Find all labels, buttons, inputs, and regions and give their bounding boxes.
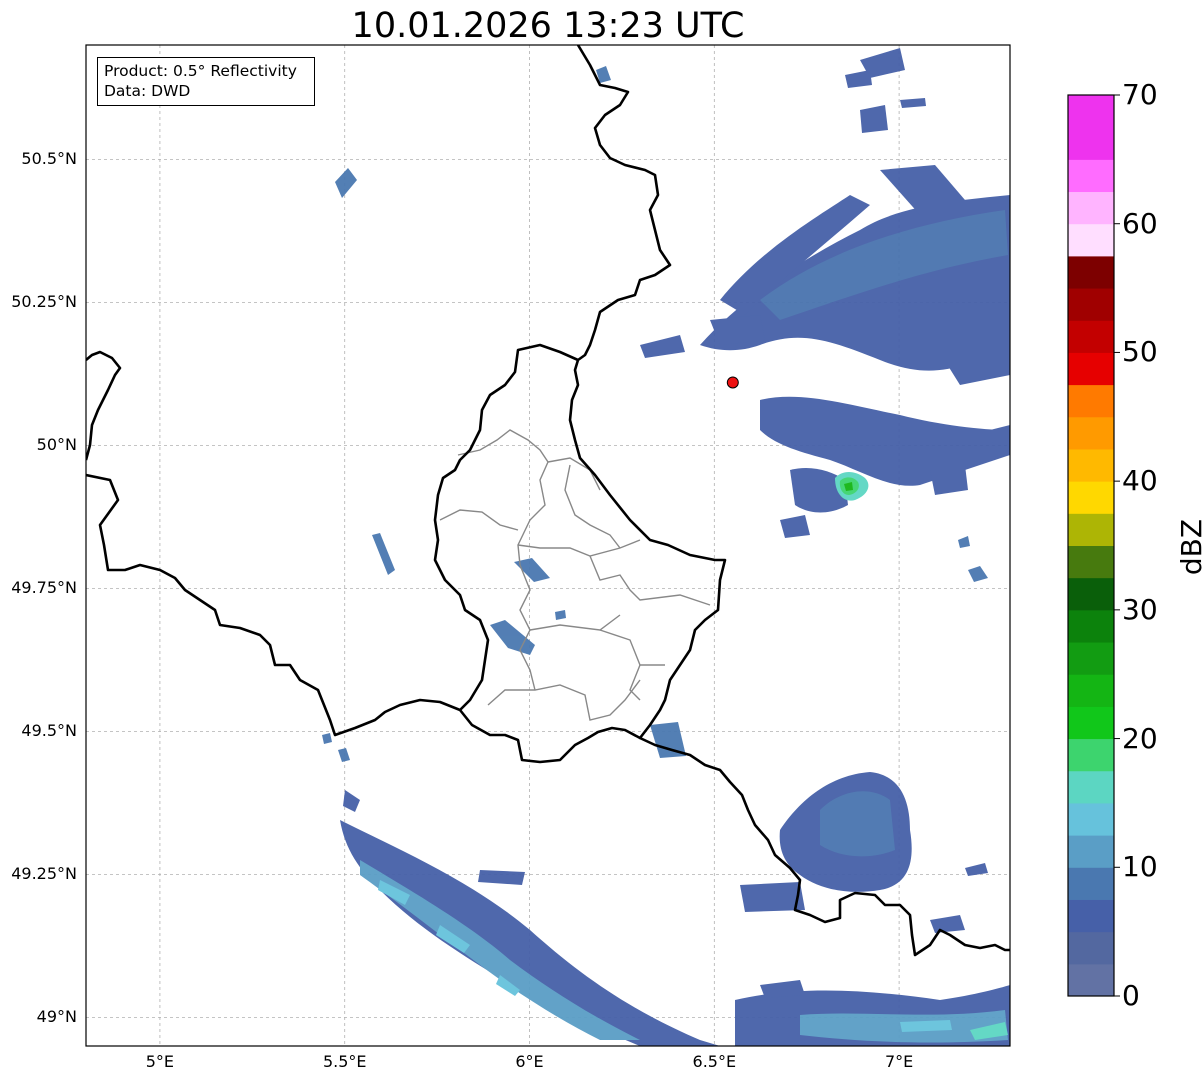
colorbar-tick-label: 60 — [1122, 206, 1158, 240]
colorbar-unit-label: dBZ — [1175, 518, 1202, 576]
colorbar-tick-label: 70 — [1122, 78, 1158, 111]
colorbar-segment — [1068, 191, 1114, 225]
lat-tick-label: 50°N — [36, 435, 77, 455]
product-label: Product: 0.5° Reflectivity — [104, 62, 297, 80]
district-boundaries — [439, 429, 711, 721]
colorbar-segment — [1068, 802, 1114, 836]
colorbar-tick-label: 10 — [1122, 850, 1158, 884]
lat-tick-label: 49.5°N — [21, 721, 77, 741]
colorbar-segment — [1068, 384, 1114, 418]
echo-east-band — [760, 396, 1010, 538]
lon-tick-label: 5°E — [145, 1052, 175, 1071]
colorbar-segment — [1068, 609, 1114, 643]
colorbar-segment — [1068, 642, 1114, 675]
echo-northeast-band — [640, 48, 1010, 385]
colorbar-segment — [1068, 963, 1114, 997]
data-source-label: Data: DWD — [104, 82, 191, 100]
info-box: Product: 0.5° Reflectivity Data: DWD — [97, 57, 315, 106]
colorbar — [1068, 94, 1120, 997]
colorbar-segment — [1068, 223, 1114, 257]
colorbar-tick-label: 50 — [1122, 335, 1158, 369]
lon-tick-label: 6.5°E — [692, 1052, 737, 1071]
colorbar-tick-label: 30 — [1122, 592, 1158, 626]
echo-southeast-light — [820, 791, 895, 857]
colorbar-segment — [1068, 577, 1114, 611]
colorbar-segment — [1068, 320, 1114, 353]
colorbar-segment — [1068, 416, 1114, 450]
lon-tick-label: 7°E — [884, 1052, 914, 1071]
colorbar-segment — [1068, 159, 1114, 193]
colorbar-segment — [1068, 867, 1114, 900]
colorbar-segment — [1068, 481, 1114, 514]
colorbar-segment — [1068, 706, 1114, 740]
colorbar-segment — [1068, 255, 1114, 289]
colorbar-tick-label: 20 — [1122, 721, 1158, 755]
lat-tick-label: 50.25°N — [11, 292, 77, 312]
lat-tick-label: 49°N — [36, 1007, 77, 1027]
lon-tick-label: 5.5°E — [322, 1052, 367, 1071]
colorbar-segment — [1068, 513, 1114, 546]
colorbar-segment — [1068, 545, 1114, 579]
colorbar-segment — [1068, 352, 1114, 386]
lat-tick-label: 49.25°N — [11, 864, 77, 884]
radar-site-marker — [726, 376, 739, 389]
lat-tick-label: 49.75°N — [11, 578, 77, 598]
colorbar-segment — [1068, 835, 1114, 868]
colorbar-segment — [1068, 288, 1114, 321]
colorbar-segment — [1068, 95, 1114, 160]
radar-echoes — [322, 48, 1010, 1046]
lon-tick-label: 6°E — [515, 1052, 544, 1071]
colorbar-segment — [1068, 899, 1114, 933]
colorbar-segment — [1068, 448, 1114, 482]
colorbar-tick-label: 40 — [1122, 464, 1158, 498]
lat-tick-label: 50.5°N — [21, 149, 77, 169]
colorbar-segment — [1068, 770, 1114, 804]
radar-map — [85, 44, 1120, 1047]
colorbar-segment — [1068, 674, 1114, 707]
colorbar-segment — [1068, 931, 1114, 965]
colorbar-segment — [1068, 738, 1114, 772]
colorbar-tick-label: 0 — [1122, 979, 1140, 1012]
